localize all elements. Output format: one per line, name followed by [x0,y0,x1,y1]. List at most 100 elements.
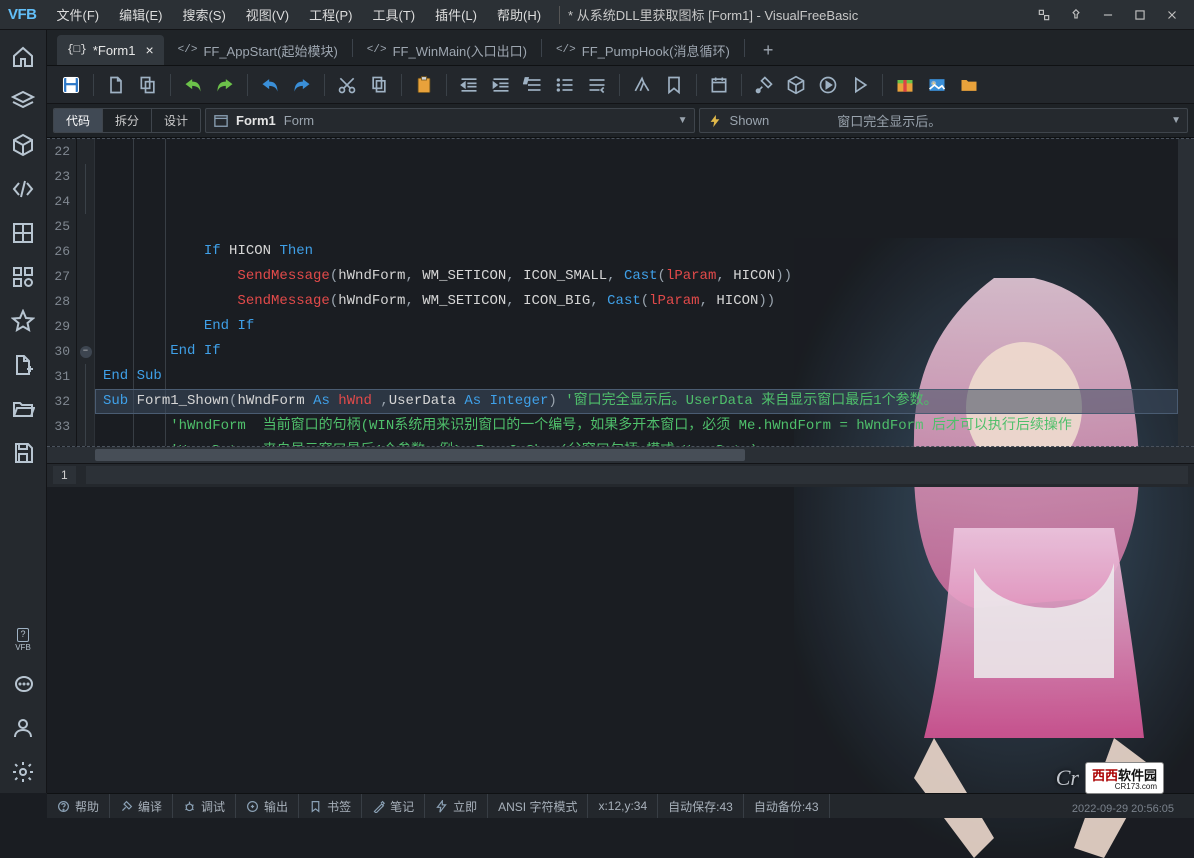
event-desc: 窗口完全显示后。 [837,111,941,130]
comment-button[interactable]: // [517,69,549,101]
nav-forward-button[interactable] [286,69,318,101]
separator [559,6,560,24]
sb-output[interactable]: 输出 [236,794,299,818]
bookmark-button[interactable] [658,69,690,101]
tab-add-button[interactable]: + [749,35,788,65]
save-button[interactable] [55,69,87,101]
form-icon: {□} [67,44,87,56]
tab-form1[interactable]: {□} *Form1 × [57,35,164,65]
edit-cut-button[interactable] [331,69,363,101]
mini-slot-1[interactable]: 1 [53,466,76,484]
menu-project[interactable]: 工程(P) [299,0,362,30]
home-icon[interactable] [1,36,45,78]
vfb-help-icon[interactable]: ?VFB [1,619,45,661]
subtab-design[interactable]: 设计 [152,109,200,132]
code-line[interactable]: 'UserData 来自显示窗口最后1个参数，例： Form2.Show(父窗口… [95,439,1178,446]
menu-help[interactable]: 帮助(H) [487,0,551,30]
code-area[interactable]: If HICON Then SendMessage(hWndForm, WM_S… [95,139,1178,446]
sb-debug[interactable]: 调试 [173,794,236,818]
edit-copy-button[interactable] [363,69,395,101]
object-name: Form1 [236,113,276,128]
tab-pumphook[interactable]: </> FF_PumpHook(消息循环) [546,35,740,65]
event-selector[interactable]: Shown 窗口完全显示后。 ▼ [699,108,1188,133]
close-button[interactable] [1156,0,1188,30]
mini-input[interactable] [86,466,1188,484]
nav-back-button[interactable] [254,69,286,101]
sb-note[interactable]: 笔记 [362,794,425,818]
undo-button[interactable] [177,69,209,101]
settings-icon[interactable] [1,751,45,793]
paste-button[interactable] [408,69,440,101]
watermark-timestamp: 2022-09-29 20:56:05 [1072,803,1174,815]
code-line[interactable]: End Sub [95,364,1178,389]
package-button[interactable] [889,69,921,101]
cut-button[interactable] [100,69,132,101]
source-icon[interactable] [1,168,45,210]
tab-close-icon[interactable]: × [145,42,153,58]
minimize-button[interactable] [1092,0,1124,30]
redo-button[interactable] [209,69,241,101]
code-line[interactable]: End If [95,339,1178,364]
horizontal-scrollbar[interactable] [47,447,1194,463]
sb-autobackup: 自动备份:43 [744,794,830,818]
menu-file[interactable]: 文件(F) [47,0,110,30]
scrollbar-thumb[interactable] [95,449,745,461]
compact-mode-icon[interactable] [1028,0,1060,30]
grid-icon[interactable] [1,212,45,254]
code-line[interactable]: 'hWndForm 当前窗口的句柄(WIN系统用来识别窗口的一个编号，如果多开本… [95,414,1178,439]
fold-gutter[interactable]: −− [77,139,95,446]
main-toolbar: // [47,66,1194,104]
indent-right-button[interactable] [485,69,517,101]
list-button[interactable] [549,69,581,101]
menu-tools[interactable]: 工具(T) [362,0,425,30]
image-button[interactable] [921,69,953,101]
toggle-line-button[interactable] [581,69,613,101]
sb-bookmark[interactable]: 书签 [299,794,362,818]
debug-button[interactable] [844,69,876,101]
goto-button[interactable] [626,69,658,101]
copy-button[interactable] [132,69,164,101]
code-line[interactable]: End If [95,314,1178,339]
lightning-icon [708,114,722,128]
subtab-split[interactable]: 拆分 [103,109,152,132]
account-icon[interactable] [1,707,45,749]
box-icon[interactable] [1,124,45,166]
open-folder-icon[interactable] [1,388,45,430]
pin-window-icon[interactable] [1060,0,1092,30]
menu-search[interactable]: 搜索(S) [172,0,235,30]
main-area: {□} *Form1 × </> FF_AppStart(起始模块) </> F… [47,30,1194,793]
sb-encoding[interactable]: ANSI 字符模式 [488,794,588,818]
folder-button[interactable] [953,69,985,101]
code-line[interactable]: Sub Form1_Shown(hWndForm As hWnd ,UserDa… [95,389,1178,414]
window-icon [214,114,228,128]
code-editor[interactable]: 2223242526272829303132333435363738394041… [47,138,1194,447]
subtab-code[interactable]: 代码 [54,109,103,132]
indent-left-button[interactable] [453,69,485,101]
maximize-button[interactable] [1124,0,1156,30]
apps-icon[interactable] [1,256,45,298]
tab-winmain[interactable]: </> FF_WinMain(入口出口) [357,35,537,65]
sb-compile[interactable]: 编译 [110,794,173,818]
vertical-scrollbar[interactable] [1178,139,1194,446]
layers-icon[interactable] [1,80,45,122]
tab-appstart[interactable]: </> FF_AppStart(起始模块) [168,35,348,65]
code-line[interactable]: SendMessage(hWndForm, WM_SETICON, ICON_S… [95,264,1178,289]
app-logo: VFB [0,6,47,23]
build-cube-button[interactable] [780,69,812,101]
menu-view[interactable]: 视图(V) [236,0,299,30]
code-line[interactable]: If HICON Then [95,239,1178,264]
menu-edit[interactable]: 编辑(E) [109,0,172,30]
star-icon[interactable] [1,300,45,342]
chat-icon[interactable] [1,663,45,705]
code-icon: </> [178,44,198,56]
menu-plugins[interactable]: 插件(L) [425,0,487,30]
save-icon[interactable] [1,432,45,474]
code-line[interactable]: SendMessage(hWndForm, WM_SETICON, ICON_B… [95,289,1178,314]
build-button[interactable] [748,69,780,101]
sb-help[interactable]: 帮助 [47,794,110,818]
insert-date-button[interactable] [703,69,735,101]
sb-immediate[interactable]: 立即 [425,794,488,818]
new-file-icon[interactable] [1,344,45,386]
object-selector[interactable]: Form1 Form ▼ [205,108,694,133]
run-button[interactable] [812,69,844,101]
